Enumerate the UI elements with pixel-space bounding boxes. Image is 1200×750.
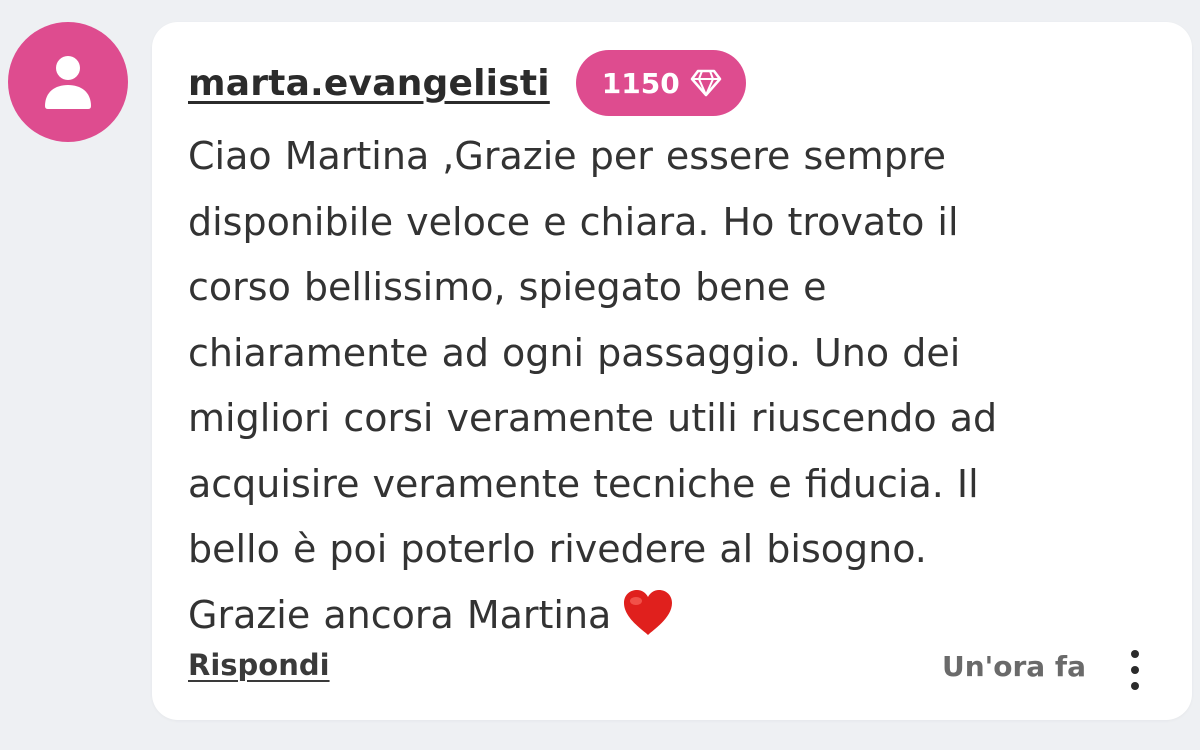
comment-card: marta.evangelisti 1150 Ciao Martina ,Gra… <box>152 22 1192 720</box>
comment-line: migliori corsi veramente utili riuscendo… <box>188 396 998 440</box>
comment-header: marta.evangelisti 1150 <box>188 50 746 116</box>
menu-dot <box>1131 666 1139 674</box>
user-icon <box>45 56 91 109</box>
diamond-icon <box>690 69 722 97</box>
comment-line: Ciao Martina ,Grazie per essere sempre <box>188 134 946 178</box>
more-vertical-icon[interactable] <box>1122 650 1148 690</box>
comment-line: disponibile veloce e chiara. Ho trovato … <box>188 199 959 244</box>
comment-line: bello è poi poterlo rivedere al bisogno. <box>188 527 927 571</box>
reply-link[interactable]: Rispondi <box>188 648 330 682</box>
comment-line: corso bellissimo, spiegato bene e <box>188 265 827 309</box>
username-link[interactable]: marta.evangelisti <box>188 63 550 104</box>
comment-line: chiaramente ad ogni passaggio. Uno dei <box>188 330 961 375</box>
comment-text: Ciao Martina ,Grazie per essere sempre d… <box>188 124 1178 658</box>
heart-emoji-icon <box>621 588 675 659</box>
timestamp: Un'ora fa <box>941 650 1086 683</box>
comment-line: Grazie ancora Martina <box>188 592 612 637</box>
points-value: 1150 <box>601 66 680 100</box>
menu-dot <box>1131 682 1139 690</box>
menu-dot <box>1131 650 1139 658</box>
comment-line: acquisire veramente tecniche e fiducia. … <box>188 461 979 506</box>
avatar[interactable] <box>8 22 128 142</box>
points-badge: 1150 <box>575 50 746 116</box>
